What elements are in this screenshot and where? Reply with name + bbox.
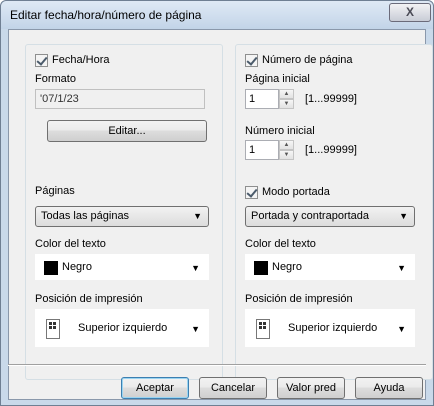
modo-portada-checkbox[interactable]: [245, 185, 258, 199]
chevron-down-icon: ▼: [397, 263, 406, 273]
numero-inicial-stepper[interactable]: 1 ▲ ▼: [245, 140, 294, 160]
numero-pagina-checkbox-row[interactable]: Número de página: [245, 53, 353, 67]
modo-portada-label: Modo portada: [262, 186, 330, 198]
editar-button-label: Editar...: [108, 125, 146, 137]
numero-inicial-spin-buttons: ▲ ▼: [279, 140, 294, 160]
dialog-window: Editar fecha/hora/número de página X Fec…: [0, 0, 434, 406]
valor-pred-label: Valor pred: [286, 382, 336, 394]
close-button[interactable]: X: [389, 3, 431, 22]
ayuda-button[interactable]: Ayuda: [355, 377, 423, 399]
page-position-icon: [46, 319, 60, 339]
fecha-hora-checkbox-row[interactable]: Fecha/Hora: [35, 53, 109, 67]
close-icon: X: [405, 5, 414, 19]
formato-field: '07/1/23: [35, 89, 205, 109]
color-swatch: [44, 261, 58, 275]
cancelar-label: Cancelar: [210, 382, 256, 394]
footer-separator: [8, 364, 426, 366]
portada-dropdown[interactable]: Portada y contraportada ▼: [245, 206, 415, 227]
chevron-down-icon: ▼: [191, 263, 200, 273]
numero-inicial-input[interactable]: 1: [245, 140, 279, 160]
cancelar-button[interactable]: Cancelar: [199, 377, 267, 399]
chevron-down-icon: ▼: [399, 211, 408, 221]
color-texto-dropdown[interactable]: Negro ▼: [35, 254, 209, 280]
color-texto-label: Color del texto: [35, 238, 106, 250]
posicion-impresion-label: Posición de impresión: [35, 293, 143, 305]
spin-up-icon[interactable]: ▲: [279, 140, 294, 150]
color-texto-label-right: Color del texto: [245, 238, 316, 250]
posicion-impresion-value: Superior izquierdo: [78, 322, 168, 334]
ayuda-label: Ayuda: [373, 382, 405, 394]
posicion-impresion-value-right: Superior izquierdo: [288, 322, 378, 334]
pagina-inicial-label: Página inicial: [245, 73, 310, 85]
paginas-label: Páginas: [35, 185, 75, 197]
fecha-hora-label: Fecha/Hora: [52, 54, 110, 66]
numero-pagina-label: Número de página: [262, 54, 353, 66]
numero-pagina-checkbox[interactable]: [245, 53, 258, 67]
numero-inicial-value: 1: [249, 144, 256, 156]
page-position-icon: [256, 319, 270, 339]
spin-down-icon[interactable]: ▼: [279, 150, 294, 160]
dialog-client-area: Fecha/Hora Formato '07/1/23 Editar... Pá…: [8, 29, 433, 400]
pagina-inicial-stepper[interactable]: 1 ▲ ▼: [245, 89, 294, 109]
modo-portada-checkbox-row[interactable]: Modo portada: [245, 185, 330, 199]
spin-up-icon[interactable]: ▲: [279, 89, 294, 99]
pagina-inicial-value: 1: [249, 93, 256, 105]
paginas-dropdown[interactable]: Todas las páginas ▼: [35, 206, 209, 227]
color-swatch: [254, 261, 268, 275]
posicion-impresion-dropdown[interactable]: Superior izquierdo ▼: [35, 309, 209, 347]
aceptar-label: Aceptar: [136, 382, 174, 394]
aceptar-button[interactable]: Aceptar: [121, 377, 189, 399]
portada-value: Portada y contraportada: [251, 210, 370, 222]
window-title: Editar fecha/hora/número de página: [10, 8, 202, 22]
pagina-inicial-range: [1...99999]: [305, 93, 357, 105]
fecha-hora-checkbox[interactable]: [35, 53, 48, 67]
editar-button[interactable]: Editar...: [47, 120, 207, 142]
numero-inicial-range: [1...99999]: [305, 144, 357, 156]
chevron-down-icon: ▼: [193, 211, 202, 221]
chevron-down-icon: ▼: [397, 324, 406, 334]
numero-inicial-label: Número inicial: [245, 125, 315, 137]
posicion-impresion-dropdown-right[interactable]: Superior izquierdo ▼: [245, 309, 415, 347]
formato-value: '07/1/23: [40, 93, 79, 105]
color-texto-value-right: Negro: [272, 261, 302, 273]
pagina-inicial-input[interactable]: 1: [245, 89, 279, 109]
spin-down-icon[interactable]: ▼: [279, 99, 294, 109]
valor-pred-button[interactable]: Valor pred: [277, 377, 345, 399]
pagina-inicial-spin-buttons: ▲ ▼: [279, 89, 294, 109]
posicion-impresion-label-right: Posición de impresión: [245, 293, 353, 305]
title-bar[interactable]: Editar fecha/hora/número de página X: [1, 1, 433, 29]
color-texto-value: Negro: [62, 261, 92, 273]
formato-label: Formato: [35, 73, 76, 85]
paginas-value: Todas las páginas: [41, 210, 130, 222]
color-texto-dropdown-right[interactable]: Negro ▼: [245, 254, 415, 280]
chevron-down-icon: ▼: [191, 324, 200, 334]
